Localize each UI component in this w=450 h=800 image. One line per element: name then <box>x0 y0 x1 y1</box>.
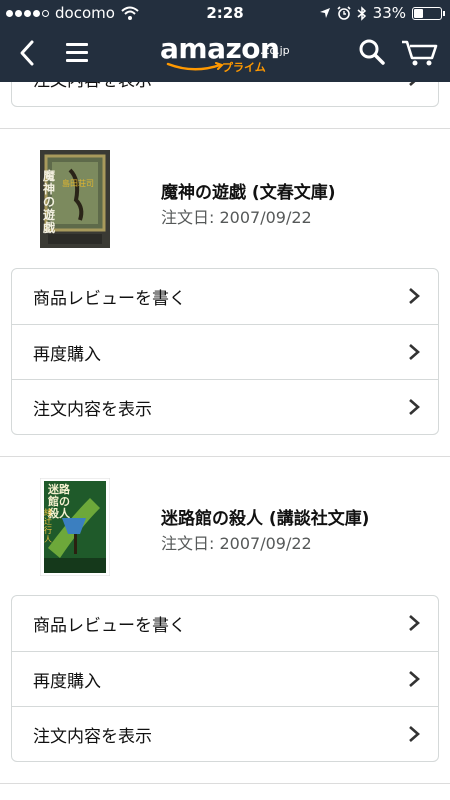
order-date: 注文日: 2007/09/22 <box>161 208 312 227</box>
view-order-details-button[interactable]: 注文内容を表示 <box>12 82 438 106</box>
chevron-right-icon <box>409 726 420 742</box>
cart-icon[interactable] <box>400 38 440 68</box>
section-divider <box>0 456 450 457</box>
battery-percent: 33% <box>372 4 406 22</box>
row-label: 注文内容を表示 <box>33 727 152 747</box>
write-review-button[interactable]: 商品レビューを書く <box>12 269 438 324</box>
chevron-right-icon <box>409 615 420 631</box>
battery-fill <box>414 8 423 18</box>
section-divider <box>0 783 450 784</box>
battery-icon <box>412 6 445 20</box>
view-order-details-button[interactable]: 注文内容を表示 <box>12 706 438 761</box>
bluetooth-icon <box>357 5 366 21</box>
row-label: 再度購入 <box>33 345 101 365</box>
search-icon[interactable] <box>358 38 386 66</box>
alarm-icon <box>337 6 351 20</box>
status-bar: docomo 2:28 33% <box>0 0 450 26</box>
order-date: 注文日: 2007/09/22 <box>161 534 312 553</box>
chevron-right-icon <box>409 82 416 86</box>
section-divider <box>0 128 450 129</box>
order-action-group: 商品レビューを書く 再度購入 注文内容を表示 <box>11 268 439 435</box>
hamburger-menu-icon[interactable] <box>64 40 90 64</box>
chevron-right-icon <box>409 344 420 360</box>
view-order-details-button[interactable]: 注文内容を表示 <box>12 379 438 434</box>
buy-again-button[interactable]: 再度購入 <box>12 324 438 379</box>
location-arrow-icon <box>319 8 330 18</box>
product-title[interactable]: 魔神の遊戯 (文春文庫) <box>161 178 335 203</box>
write-review-button[interactable]: 商品レビューを書く <box>12 596 438 651</box>
logo-smile-icon <box>166 62 224 71</box>
row-label: 商品レビューを書く <box>33 616 186 636</box>
cover-author-text: 島田荘司 <box>62 179 94 188</box>
nav-bar: amazon .co.jp プライム <box>0 26 450 82</box>
product-title[interactable]: 迷路館の殺人 (講談社文庫) <box>161 504 369 529</box>
logo-prime: プライム <box>222 61 266 74</box>
row-label: 注文内容を表示 <box>33 400 152 420</box>
cover-author-text: 綾辻行人 <box>44 508 52 544</box>
buy-again-button[interactable]: 再度購入 <box>12 651 438 706</box>
partial-action-group: 注文内容を表示 <box>11 82 439 107</box>
row-label: 注文内容を表示 <box>33 82 152 91</box>
cover-title-text: 魔神の遊戯 <box>43 169 56 235</box>
chevron-right-icon <box>409 671 420 687</box>
app-header: docomo 2:28 33% amazon .co.jp プライム <box>0 0 450 82</box>
row-label: 再度購入 <box>33 672 101 692</box>
chevron-right-icon <box>409 288 420 304</box>
status-right: 33% <box>319 4 445 22</box>
order-history-list: 注文内容を表示 魔神の遊戯 島田荘司 魔神の遊戯 (文春文庫) 注文日: 200… <box>0 82 450 800</box>
chevron-right-icon <box>409 399 420 415</box>
amazon-logo[interactable]: amazon .co.jp プライム <box>160 32 300 76</box>
row-label: 商品レビューを書く <box>33 289 186 309</box>
order-action-group: 商品レビューを書く 再度購入 注文内容を表示 <box>11 595 439 762</box>
logo-domain: .co.jp <box>260 44 290 57</box>
back-arrow-icon[interactable] <box>14 38 40 68</box>
